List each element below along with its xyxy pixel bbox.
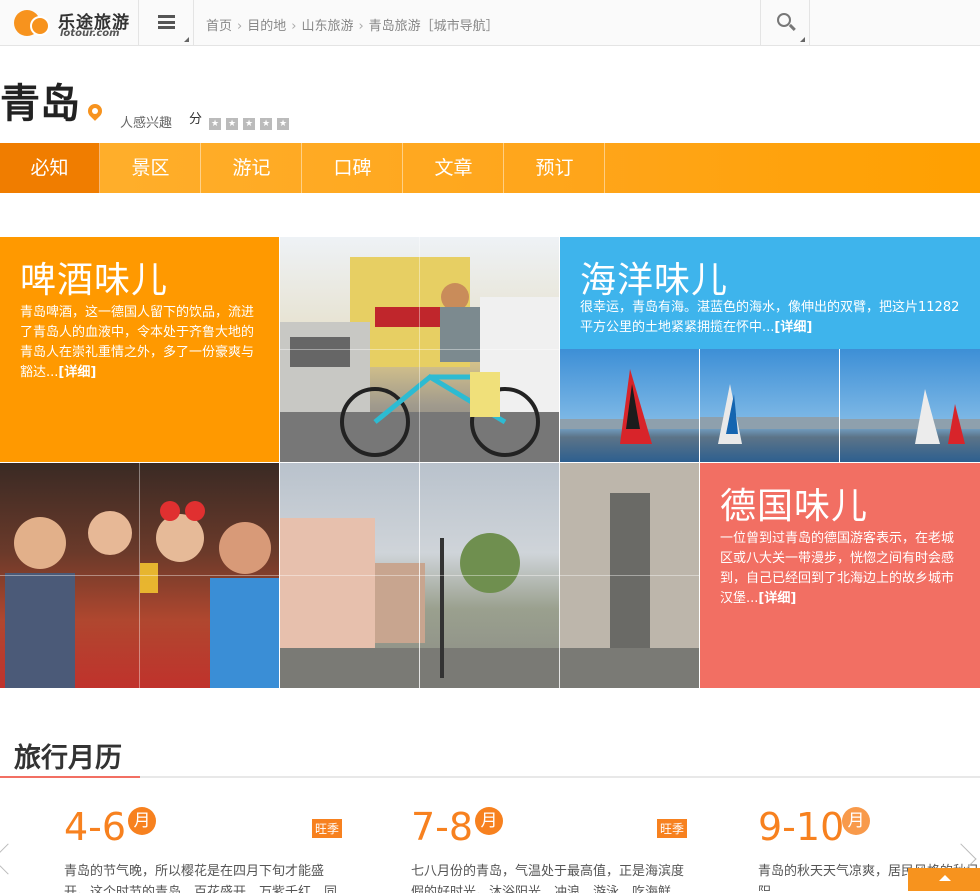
star-icon: ★ [226,118,238,130]
star-icon: ★ [260,118,272,130]
divider-accent [0,776,140,778]
logo-name-en: lotour.com [60,28,120,39]
feature-sea-text: 很幸运，青岛有海。湛蓝色的海水，像伸出的双臂，把这片11282平方公里的土地紧紧… [580,300,960,335]
logo-mark-icon-secondary [30,16,50,36]
site-logo[interactable]: 乐途旅游 lotour.com [12,6,138,40]
breadcrumb-shandong[interactable]: 山东旅游 [301,19,353,34]
photo-old-street [280,463,699,688]
feature-beer-more-link[interactable]: [详细] [58,365,96,380]
photo-sailing-2 [700,349,839,462]
divider [0,776,980,778]
star-icon: ★ [209,118,221,130]
chevron-right-icon: › [291,19,297,34]
calendar-title: 旅行月历 [14,743,122,774]
feature-beer-title: 啤酒味儿 [20,260,169,301]
breadcrumb-qingdao[interactable]: 青岛旅游［城市导航］ [369,19,499,34]
breadcrumb-home[interactable]: 首页 [206,19,232,34]
tab-reviews[interactable]: 口碑 [303,143,403,193]
tab-articles[interactable]: 文章 [404,143,504,193]
search-button[interactable] [760,0,810,46]
star-icon: ★ [243,118,255,130]
page-title: 青岛 [0,81,80,127]
feature-german-text: 一位曾到过青岛的德国游客表示，在老城区或八大关一带漫步，恍惚之间有时会感到，自己… [720,531,955,606]
photo-cyclist [280,237,559,462]
month-unit: 月 [128,807,156,835]
city-nav: 必知 景区 游记 口碑 文章 预订 [0,143,980,193]
season-badge: 旺季 [656,819,687,838]
tab-essentials[interactable]: 必知 [0,143,100,193]
chevron-right-icon: › [358,19,364,34]
star-rating: ★ ★ ★ ★ ★ [209,111,294,130]
corner-triangle-icon [184,37,189,42]
month-range: 7-8 [411,805,474,849]
feature-beer[interactable]: 啤酒味儿 青岛啤酒，这一德国人留下的饮品，流进了青岛人的血液中，令本处于齐鲁大地… [0,237,279,462]
feature-german-title: 德国味儿 [720,486,869,527]
star-icon: ★ [277,118,289,130]
feature-german[interactable]: 德国味儿 一位曾到过青岛的德国游客表示，在老城区或八大关一带漫步，恍惚之间有时会… [700,463,980,688]
month-unit: 月 [475,807,503,835]
hamburger-icon [158,15,175,29]
feature-german-more-link[interactable]: [详细] [758,591,796,606]
breadcrumb-destinations[interactable]: 目的地 [247,19,286,34]
corner-triangle-icon [800,37,805,42]
month-range: 9-10 [758,805,845,849]
interest-count-label: 人感兴趣 [120,116,173,131]
carousel-prev-icon[interactable] [0,843,24,875]
photo-sailing-1 [560,349,699,462]
score-label: 分 [189,112,203,127]
tab-booking[interactable]: 预订 [505,143,605,193]
back-to-top-button[interactable] [908,868,980,891]
month-description: 青岛的节气晚，所以樱花是在四月下旬才能盛开。这个时节的青岛，百花盛开，万紫千红，… [64,864,338,893]
feature-beer-text: 青岛啤酒，这一德国人留下的饮品，流进了青岛人的血液中，令本处于齐鲁大地的青岛人在… [20,305,255,380]
location-pin-icon[interactable] [85,101,105,121]
tab-scenic[interactable]: 景区 [101,143,201,193]
feature-sea-more-link[interactable]: [详细] [774,320,812,335]
photo-sailing-3 [840,349,980,462]
tab-travelogues[interactable]: 游记 [202,143,302,193]
feature-sea-title: 海洋味儿 [580,260,729,301]
photo-beer-festival [0,463,279,688]
menu-button[interactable] [138,0,194,46]
season-badge: 旺季 [311,819,342,838]
month-description: 七八月份的青岛，气温处于最高值，正是海滨度假的好时光。沐浴阳光，冲浪、游泳，吃海… [411,864,685,893]
chevron-right-icon: › [237,19,243,34]
top-bar: 乐途旅游 lotour.com 首页 › 目的地 › 山东旅游 › 青岛旅游［城市导航］ [0,0,980,46]
month-unit: 月 [842,807,870,835]
feature-sea[interactable]: 海洋味儿 很幸运，青岛有海。湛蓝色的海水，像伸出的双臂，把这片11282平方公里… [560,237,980,349]
breadcrumb: 首页 › 目的地 › 山东旅游 › 青岛旅游［城市导航］ [206,15,499,34]
month-range: 4-6 [64,805,127,849]
